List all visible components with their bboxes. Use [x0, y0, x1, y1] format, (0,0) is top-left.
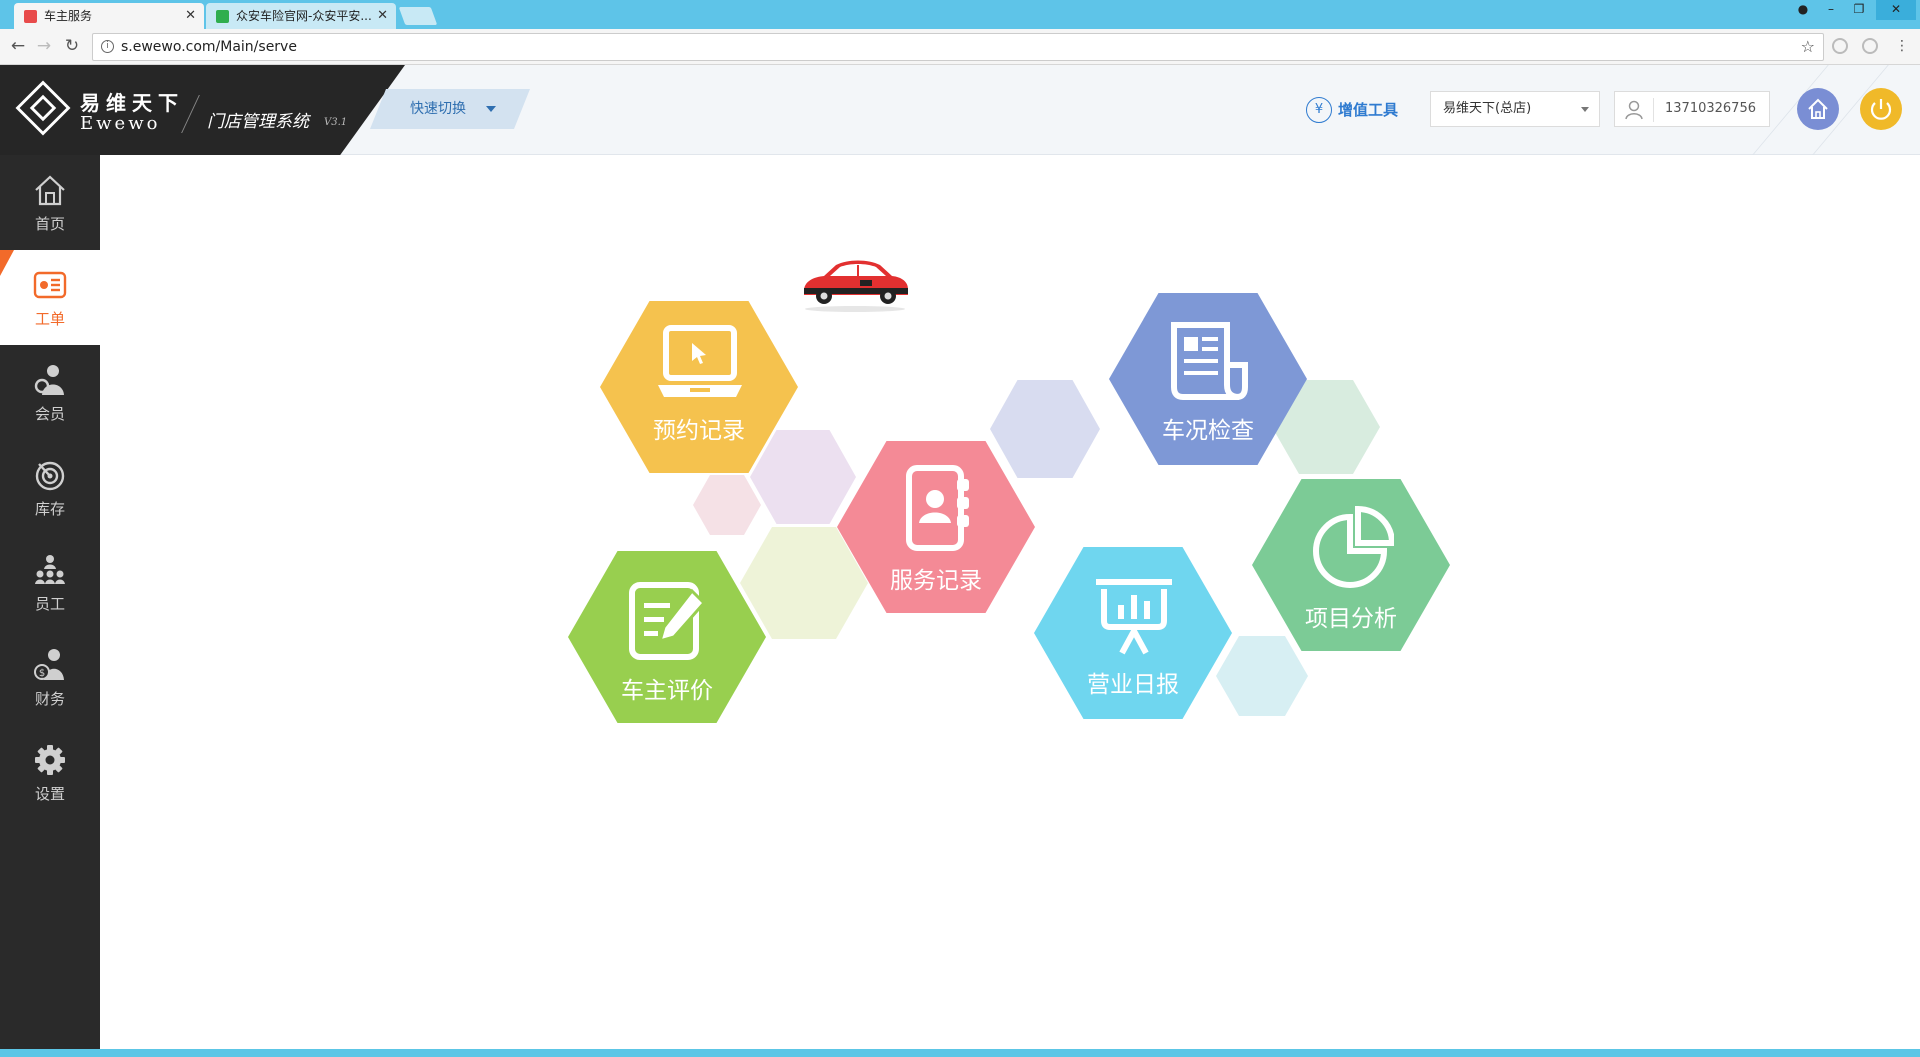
- forward-icon[interactable]: →: [34, 36, 54, 56]
- browser-tab-strip: 车主服务 ✕ 众安车险官网-众安平安... ✕ ● – ❐ ✕: [0, 0, 1920, 29]
- logo-block: 易维天下 Ewewo 门店管理系统 V3.1: [0, 65, 405, 155]
- laptop-icon: [658, 325, 742, 397]
- extension-icon[interactable]: [1832, 38, 1848, 54]
- store-select[interactable]: 易维天下(总店): [1430, 91, 1600, 127]
- profile-icon[interactable]: ●: [1790, 0, 1816, 20]
- sidebar-item-work-order[interactable]: 工单: [0, 250, 100, 345]
- tile-daily-report[interactable]: 营业日报: [1034, 547, 1232, 719]
- tile-label: 项目分析: [1305, 606, 1397, 632]
- sidebar-item-label: 工单: [34, 310, 65, 328]
- logo-text-en: Ewewo: [80, 113, 161, 134]
- address-bar: ← → ↻ i s.ewewo.com/Main/serve ☆ ⋮: [0, 29, 1920, 65]
- sidebar-item-home[interactable]: 首页: [0, 155, 100, 250]
- decorative-hexagon: [990, 380, 1100, 478]
- sidebar: 首页 工单 会员 库存 员工 $ 财务 设置: [0, 155, 100, 1051]
- car-icon: [804, 260, 908, 312]
- quick-switch-label: 快速切换: [410, 101, 466, 117]
- logo-text-cn: 易维天下: [80, 91, 184, 115]
- favicon-icon: [24, 10, 37, 23]
- sidebar-item-settings[interactable]: 设置: [0, 725, 100, 820]
- svg-text:$: $: [39, 668, 45, 679]
- back-icon[interactable]: ←: [8, 36, 28, 56]
- system-version: V3.1: [324, 117, 348, 128]
- system-name: 门店管理系统: [207, 112, 309, 132]
- new-tab-button[interactable]: [398, 7, 438, 25]
- tile-project-analysis[interactable]: 项目分析: [1252, 479, 1450, 651]
- sidebar-item-label: 设置: [34, 785, 65, 803]
- sidebar-item-staff[interactable]: 员工: [0, 535, 100, 630]
- finance-icon: $: [34, 649, 64, 680]
- tile-label: 营业日报: [1087, 672, 1179, 698]
- user-account[interactable]: 13710326756: [1614, 91, 1770, 127]
- favicon-icon: [216, 10, 229, 23]
- minimize-icon[interactable]: –: [1818, 0, 1844, 20]
- member-icon: [34, 365, 64, 395]
- sidebar-item-label: 库存: [34, 500, 65, 518]
- divider: [1653, 98, 1654, 122]
- sidebar-item-label: 员工: [34, 595, 65, 613]
- tile-label: 预约记录: [653, 418, 745, 444]
- edit-icon: [629, 582, 707, 660]
- work-order-icon: [33, 271, 67, 299]
- caret-down-icon: [1581, 107, 1589, 112]
- user-icon: [1625, 100, 1643, 120]
- restore-icon[interactable]: ❐: [1846, 0, 1872, 20]
- sidebar-item-inventory[interactable]: 库存: [0, 440, 100, 535]
- value-added-tools-link[interactable]: ¥ 增值工具: [1306, 97, 1398, 123]
- main-content: 预约记录 服务记录 车况检查 车主评价 营业日报 项目分析: [100, 155, 1920, 1049]
- decorative-hexagon: [693, 475, 761, 535]
- tile-owner-reviews[interactable]: 车主评价: [568, 551, 766, 723]
- decorative-hexagon: [1216, 636, 1308, 716]
- close-tab-icon[interactable]: ✕: [185, 3, 196, 29]
- tile-service-records[interactable]: 服务记录: [837, 441, 1035, 613]
- tile-label: 服务记录: [890, 568, 982, 594]
- window-close-icon[interactable]: ✕: [1876, 0, 1916, 20]
- url-text: s.ewewo.com/Main/serve: [121, 39, 297, 55]
- os-taskbar: [0, 1049, 1920, 1057]
- decorative-hexagon: [750, 430, 856, 524]
- store-select-value: 易维天下(总店): [1443, 101, 1532, 116]
- logo-mark-icon: [15, 80, 71, 136]
- logout-button[interactable]: [1860, 88, 1902, 130]
- bookmark-star-icon[interactable]: ☆: [1801, 34, 1815, 60]
- sidebar-item-label: 首页: [34, 215, 65, 233]
- site-info-icon[interactable]: i: [101, 40, 114, 53]
- url-input[interactable]: i s.ewewo.com/Main/serve ☆: [92, 33, 1824, 61]
- menu-icon[interactable]: ⋮: [1892, 36, 1912, 56]
- value-added-tools-label: 增值工具: [1338, 101, 1399, 119]
- yen-icon: ¥: [1306, 97, 1332, 123]
- active-indicator: [0, 250, 14, 276]
- home-icon: [35, 175, 65, 206]
- tab-title: 众安车险官网-众安平安...: [236, 9, 372, 23]
- inventory-icon: [35, 461, 65, 491]
- pie-chart-icon: [1313, 505, 1394, 588]
- tile-vehicle-inspection[interactable]: 车况检查: [1109, 293, 1307, 465]
- close-tab-icon[interactable]: ✕: [377, 3, 388, 29]
- sidebar-item-finance[interactable]: $ 财务: [0, 630, 100, 725]
- home-icon: [1808, 98, 1828, 119]
- app-header: 易维天下 Ewewo 门店管理系统 V3.1 快速切换 ¥ 增值工具 易维天下(…: [0, 65, 1920, 155]
- settings-icon: [35, 745, 65, 775]
- report-icon: [1171, 322, 1248, 400]
- contacts-book-icon: [906, 465, 969, 551]
- browser-tab-active[interactable]: 车主服务 ✕: [14, 3, 204, 29]
- staff-icon: [35, 555, 65, 584]
- sidebar-item-member[interactable]: 会员: [0, 345, 100, 440]
- home-button[interactable]: [1797, 88, 1839, 130]
- caret-down-icon: [486, 106, 496, 112]
- sidebar-item-label: 会员: [34, 405, 65, 423]
- sidebar-item-label: 财务: [34, 690, 65, 708]
- presentation-icon: [1096, 579, 1172, 655]
- user-phone: 13710326756: [1665, 101, 1756, 116]
- tile-label: 车况检查: [1162, 418, 1254, 444]
- power-icon: [1870, 99, 1892, 120]
- browser-tab[interactable]: 众安车险官网-众安平安... ✕: [206, 3, 396, 29]
- quick-switch-button[interactable]: 快速切换: [370, 89, 530, 129]
- tile-label: 车主评价: [621, 678, 713, 704]
- reload-icon[interactable]: ↻: [62, 36, 82, 56]
- extension-icon[interactable]: [1862, 38, 1878, 54]
- tab-title: 车主服务: [44, 9, 93, 23]
